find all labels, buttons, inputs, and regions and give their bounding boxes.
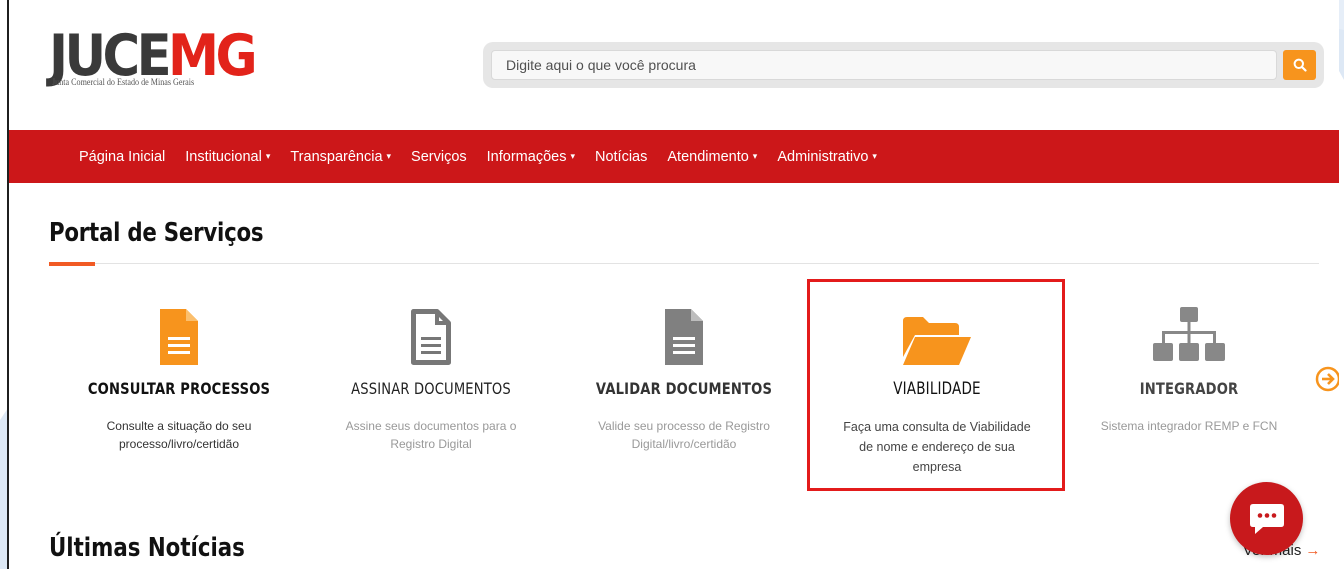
- file-lines-icon: [665, 309, 703, 365]
- nav-item-label: Atendimento: [667, 148, 749, 165]
- sitemap-icon: [1153, 307, 1225, 361]
- nav-item-label: Administrativo: [777, 148, 869, 165]
- arrow-circle-right-icon: [1315, 366, 1339, 392]
- service-card-consultar-processos[interactable]: CONSULTAR PROCESSOS Consulte a situação …: [59, 285, 299, 453]
- nav-item-pagina-inicial[interactable]: Página Inicial: [69, 130, 175, 183]
- search-icon: [1293, 58, 1307, 72]
- caret-down-icon: ▾: [265, 151, 271, 161]
- search-button[interactable]: [1283, 50, 1316, 80]
- card-description: Valide seu processo de Registro Digital/…: [598, 419, 770, 451]
- search-input[interactable]: [492, 51, 1276, 79]
- section-title-portal: Portal de Serviços: [49, 218, 264, 248]
- section-divider: [49, 263, 1319, 264]
- section-title-news: Últimas Notícias: [49, 533, 245, 563]
- search-field: [491, 50, 1277, 80]
- service-card-validar-documentos[interactable]: VALIDAR DOCUMENTOS Valide seu processo d…: [564, 285, 804, 453]
- page-frame: JUCEMG Junta Comercial do Estado de Mina…: [7, 0, 1339, 569]
- file-outline-icon: [411, 309, 451, 365]
- main-nav: Página Inicial Institucional ▾ Transparênci…: [9, 130, 1339, 183]
- card-title: CONSULTAR PROCESSOS: [87, 379, 271, 398]
- carousel-next-button[interactable]: [1315, 366, 1339, 397]
- card-description: Consulte a situação do seu processo/livr…: [106, 419, 252, 451]
- highlight-box: [807, 279, 1065, 491]
- card-title: VALIDAR DOCUMENTOS: [595, 379, 773, 398]
- service-card-integrador[interactable]: INTEGRADOR Sistema integrador REMP e FCN: [1069, 285, 1309, 435]
- nav-item-atendimento[interactable]: Atendimento ▾: [657, 130, 767, 183]
- nav-item-noticias[interactable]: Notícias: [585, 130, 657, 183]
- nav-item-label: Transparência: [290, 148, 383, 165]
- chat-bubble-icon: [1249, 503, 1284, 534]
- service-card-assinar-documentos[interactable]: ASSINAR DOCUMENTOS Assine seus documento…: [311, 285, 551, 453]
- caret-down-icon: ▾: [386, 151, 392, 161]
- nav-item-label: Página Inicial: [79, 148, 166, 165]
- nav-item-label: Informações: [486, 148, 567, 165]
- nav-item-servicos[interactable]: Serviços: [401, 130, 477, 183]
- nav-item-transparencia[interactable]: Transparência ▾: [280, 130, 401, 183]
- file-lines-icon: [160, 309, 198, 365]
- logo[interactable]: JUCEMG Junta Comercial do Estado de Mina…: [49, 28, 269, 102]
- card-description: Assine seus documentos para o Registro D…: [345, 419, 517, 451]
- card-title: INTEGRADOR: [1139, 379, 1239, 398]
- chat-button[interactable]: [1230, 482, 1303, 555]
- card-description: Sistema integrador REMP e FCN: [1100, 419, 1278, 433]
- nav-item-label: Serviços: [411, 148, 467, 165]
- nav-item-institucional[interactable]: Institucional ▾: [175, 130, 280, 183]
- header: JUCEMG Junta Comercial do Estado de Mina…: [9, 0, 1339, 130]
- nav-item-label: Institucional: [185, 148, 262, 165]
- nav-item-informacoes[interactable]: Informações ▾: [477, 130, 585, 183]
- arrow-right-icon: →: [1305, 542, 1321, 559]
- search-bar: [483, 42, 1324, 88]
- nav-item-label: Notícias: [594, 148, 648, 165]
- caret-down-icon: ▾: [872, 151, 877, 161]
- nav-item-administrativo[interactable]: Administrativo ▾: [767, 130, 887, 183]
- card-title: ASSINAR DOCUMENTOS: [351, 379, 511, 398]
- nav-list: Página Inicial Institucional ▾ Transparênci…: [9, 130, 1339, 183]
- section-accent-bar: [49, 262, 95, 266]
- caret-down-icon: ▾: [570, 151, 575, 161]
- logo-subtitle: Junta Comercial do Estado de Minas Gerai…: [52, 77, 195, 87]
- caret-down-icon: ▾: [752, 151, 758, 161]
